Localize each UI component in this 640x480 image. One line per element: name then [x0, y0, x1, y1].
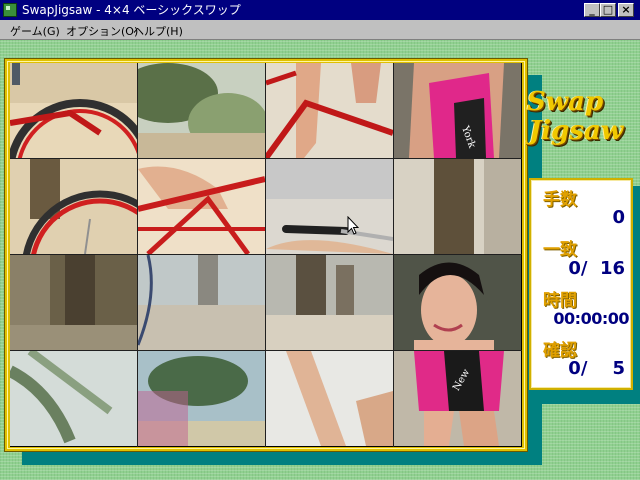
moves-label: 手数 — [543, 190, 577, 210]
logo-line-1: Swap — [527, 87, 604, 117]
menu-options[interactable]: オプション(O) — [66, 23, 138, 39]
check-value: 0/ 5 — [568, 358, 625, 379]
title-bar[interactable]: SwapJigsaw - 4×4 ベーシックスワップ _ □ × — [0, 0, 640, 20]
menu-help[interactable]: ヘルプ(H) — [133, 23, 183, 39]
puzzle-board: York New — [10, 63, 522, 447]
maximize-icon: □ — [602, 3, 614, 16]
game-logo: Swap Jigsaw — [527, 88, 637, 152]
moves-value: 0 — [612, 207, 625, 228]
time-label: 時間 — [543, 291, 577, 311]
match-value: 0/ 16 — [568, 258, 625, 279]
mouse-cursor-icon — [347, 216, 359, 235]
minimize-icon: _ — [589, 3, 595, 16]
app-icon[interactable] — [3, 3, 17, 17]
menu-bar: ゲーム(G) オプション(O) ヘルプ(H) — [0, 20, 640, 40]
stats-panel: 手数 0 一致 0/ 16 時間 00:00:00 確認 0/ 5 — [529, 178, 633, 390]
board-grid — [10, 63, 522, 447]
logo-line-2: Jigsaw — [529, 116, 624, 146]
menu-game[interactable]: ゲーム(G) — [10, 23, 60, 39]
maximize-button[interactable]: □ — [600, 3, 616, 17]
close-icon: × — [621, 3, 631, 16]
window-title: SwapJigsaw - 4×4 ベーシックスワップ — [22, 3, 241, 17]
minimize-button[interactable]: _ — [584, 3, 600, 17]
match-label: 一致 — [543, 240, 577, 260]
time-value: 00:00:00 — [553, 309, 629, 328]
close-button[interactable]: × — [618, 3, 634, 17]
